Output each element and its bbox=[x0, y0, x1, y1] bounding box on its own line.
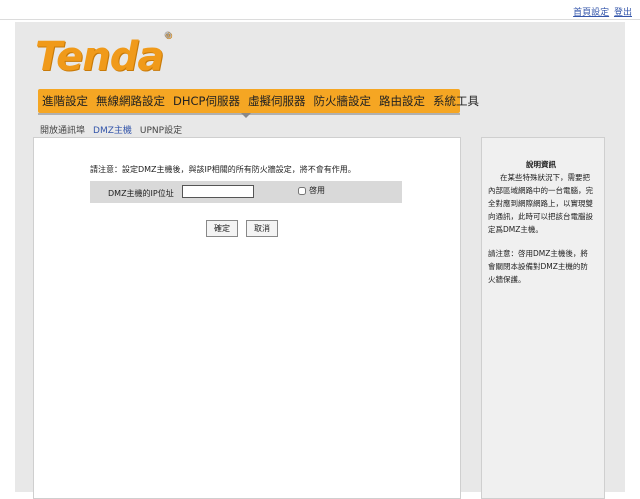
registered-mark: ® bbox=[163, 30, 172, 41]
enable-label: 啓用 bbox=[309, 186, 325, 195]
help-paragraph-1: 在某些特殊狀況下，需要把內部區域網路中的一台電腦，完全對應到網際網路上，以實現雙… bbox=[488, 173, 593, 234]
tenda-logo: Tenda® bbox=[35, 30, 172, 80]
nav-item-firewall[interactable]: 防火牆設定 bbox=[309, 93, 375, 109]
nav-item-virtual-server[interactable]: 虛擬伺服器 bbox=[244, 93, 310, 109]
help-panel: 說明資訊 在某些特殊狀況下，需要把內部區域網路中的一台電腦，完全對應到網際網路上… bbox=[481, 137, 605, 499]
active-nav-pointer-icon bbox=[241, 113, 251, 118]
nav-item-dhcp[interactable]: DHCP伺服器 bbox=[169, 93, 244, 109]
sub-nav: 開放通訊埠 DMZ主機 UPNP設定 bbox=[40, 123, 182, 136]
nav-item-wireless[interactable]: 無線網路設定 bbox=[92, 93, 169, 109]
subnav-item-open-ports[interactable]: 開放通訊埠 bbox=[40, 123, 85, 136]
nav-item-advanced[interactable]: 進階設定 bbox=[38, 93, 92, 109]
help-title: 說明資訊 bbox=[526, 160, 556, 169]
nav-item-routing[interactable]: 路由設定 bbox=[375, 93, 429, 109]
dmz-ip-row: DMZ主機的IP位址 啓用 bbox=[90, 181, 402, 203]
nav-item-system-tools[interactable]: 系統工具 bbox=[429, 93, 483, 109]
confirm-button[interactable]: 確定 bbox=[206, 220, 238, 237]
dmz-ip-label: DMZ主機的IP位址 bbox=[108, 189, 174, 198]
help-paragraph-2: 請注意：啓用DMZ主機後，將會關閉本設備對DMZ主機的防火牆保護。 bbox=[488, 249, 588, 284]
content-panel: 請注意：設定DMZ主機後，與該IP相關的所有防火牆設定，將不會有作用。 DMZ主… bbox=[33, 137, 461, 499]
form-buttons: 確定 取消 bbox=[206, 220, 278, 237]
enable-checkbox[interactable] bbox=[298, 186, 306, 195]
dmz-notice: 請注意：設定DMZ主機後，與該IP相關的所有防火牆設定，將不會有作用。 bbox=[90, 165, 356, 174]
main-nav: 進階設定 無線網路設定 DHCP伺服器 虛擬伺服器 防火牆設定 路由設定 系統工… bbox=[38, 89, 479, 113]
top-links: 首頁設定 登出 bbox=[571, 5, 632, 18]
subnav-item-dmz-host[interactable]: DMZ主機 bbox=[93, 123, 132, 136]
logout-link[interactable]: 登出 bbox=[614, 8, 632, 18]
help-content: 說明資訊 在某些特殊狀況下，需要把內部區域網路中的一台電腦，完全對應到網際網路上… bbox=[488, 158, 594, 297]
dmz-ip-input[interactable] bbox=[182, 185, 254, 198]
subnav-item-upnp[interactable]: UPNP設定 bbox=[140, 123, 182, 136]
main-frame: Tenda® 進階設定 無線網路設定 DHCP伺服器 虛擬伺服器 防火牆設定 路… bbox=[15, 22, 625, 499]
cancel-button[interactable]: 取消 bbox=[246, 220, 278, 237]
home-settings-link[interactable]: 首頁設定 bbox=[573, 8, 609, 18]
top-divider bbox=[0, 19, 640, 20]
logo-text: Tenda bbox=[35, 34, 164, 80]
enable-checkbox-group[interactable]: 啓用 bbox=[298, 185, 325, 196]
